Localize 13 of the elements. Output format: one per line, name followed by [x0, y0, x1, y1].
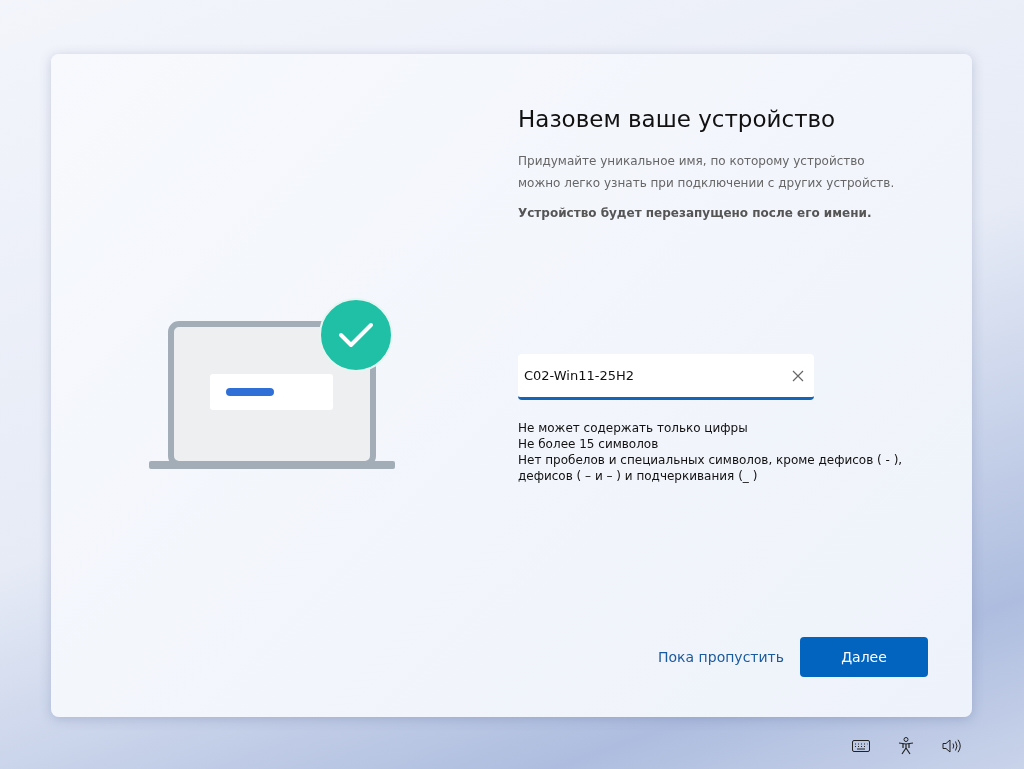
- volume-icon[interactable]: [942, 739, 962, 753]
- next-button[interactable]: Далее: [800, 637, 928, 677]
- keyboard-icon[interactable]: [852, 740, 870, 752]
- accessibility-icon[interactable]: [898, 737, 914, 755]
- name-rule: Нет пробелов и специальных символов, кроме дефисов ( - ), дефисов ( – и – ) и подчеркивания (_ ): [518, 452, 904, 484]
- restart-note: Устройство будет перезапущено после его имени.: [518, 206, 873, 220]
- description-text: Придумайте уникальное имя, по которому устройство можно легко узнать при подключении с других устройств.: [518, 153, 896, 192]
- name-rule: Не более 15 символов: [518, 436, 660, 452]
- skip-link[interactable]: Пока пропустить: [658, 649, 784, 665]
- name-rule: Не может содержать только цифры: [518, 420, 749, 436]
- device-name-field[interactable]: C02-Win11-25H2: [518, 354, 814, 400]
- dialog-title: Назовем ваше устройство: [518, 106, 837, 132]
- close-icon[interactable]: [792, 370, 804, 382]
